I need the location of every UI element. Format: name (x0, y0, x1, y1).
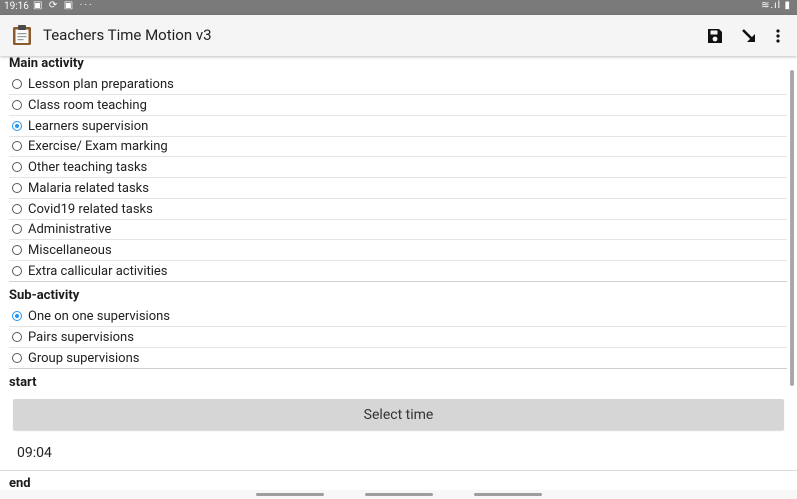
main-activity-option[interactable]: Learners supervision (9, 116, 787, 137)
scrollbar[interactable] (790, 70, 794, 386)
main-activity-option[interactable]: Other teaching tasks (9, 157, 787, 178)
radio-icon[interactable] (12, 183, 22, 193)
option-label: Covid19 related tasks (28, 201, 153, 217)
start-time-value: 09:04 (17, 445, 52, 461)
main-activity-option[interactable]: Class room teaching (9, 95, 787, 116)
radio-icon[interactable] (12, 245, 22, 255)
status-bar: 19:16 ▣ ⟳ ▣ ··· ≋.ıl ▮ (0, 0, 797, 15)
navigation-bar (0, 490, 797, 499)
main-activity-option[interactable]: Malaria related tasks (9, 178, 787, 199)
select-time-button[interactable]: Select time (13, 399, 784, 430)
option-label: Other teaching tasks (28, 159, 148, 175)
radio-icon[interactable] (12, 141, 22, 151)
radio-icon[interactable] (12, 79, 22, 89)
radio-icon[interactable] (12, 100, 22, 110)
option-label: Lesson plan preparations (28, 76, 174, 92)
option-label: Exercise/ Exam marking (28, 138, 168, 154)
option-label: Class room teaching (28, 97, 147, 113)
radio-icon[interactable] (12, 204, 22, 214)
radio-icon[interactable] (12, 162, 22, 172)
radio-selected-icon[interactable] (12, 121, 22, 131)
end-title: end (9, 476, 31, 490)
nav-home-handle[interactable] (365, 493, 433, 496)
app-bar: Teachers Time Motion v3 (0, 15, 797, 56)
status-time: 19:16 (4, 1, 29, 12)
divider (0, 470, 797, 471)
sub-activity-option[interactable]: Pairs supervisions (9, 327, 787, 348)
option-label: One on one supervisions (28, 308, 170, 324)
sub-activity-option[interactable]: One on one supervisions (9, 306, 787, 327)
option-label: Malaria related tasks (28, 180, 149, 196)
main-activity-option[interactable]: Covid19 related tasks (9, 199, 787, 220)
main-activity-option[interactable]: Administrative (9, 219, 787, 240)
app-title: Teachers Time Motion v3 (43, 26, 212, 44)
main-activity-option[interactable]: Extra callicular activities (9, 261, 787, 282)
start-title: start (9, 375, 37, 390)
status-system-icons: ≋.ıl ▮ (761, 0, 791, 11)
option-label: Group supervisions (28, 350, 140, 366)
status-notification-icons: ▣ ⟳ ▣ ··· (33, 0, 94, 11)
more-options-icon[interactable] (766, 24, 790, 48)
option-label: Pairs supervisions (28, 329, 134, 345)
form-content[interactable]: Main activity Lesson plan preparations C… (0, 56, 797, 490)
radio-icon[interactable] (12, 224, 22, 234)
main-activity-option[interactable]: Lesson plan preparations (9, 74, 787, 95)
sub-activity-option[interactable]: Group supervisions (9, 348, 787, 369)
sub-activity-title: Sub-activity (9, 288, 80, 303)
option-label: Miscellaneous (28, 242, 112, 258)
radio-icon[interactable] (12, 332, 22, 342)
option-label: Extra callicular activities (28, 263, 168, 279)
save-icon[interactable] (703, 24, 727, 48)
main-activity-option[interactable]: Exercise/ Exam marking (9, 136, 787, 157)
option-label: Learners supervision (28, 118, 149, 134)
clipboard-icon (12, 24, 32, 46)
radio-icon[interactable] (12, 353, 22, 363)
main-activity-option[interactable]: Miscellaneous (9, 240, 787, 261)
nav-back-handle[interactable] (474, 493, 542, 496)
main-activity-title: Main activity (9, 56, 84, 71)
radio-icon[interactable] (12, 266, 22, 276)
option-label: Administrative (28, 221, 112, 237)
nav-recents-handle[interactable] (256, 493, 324, 496)
radio-selected-icon[interactable] (12, 311, 22, 321)
go-to-icon[interactable] (737, 24, 761, 48)
